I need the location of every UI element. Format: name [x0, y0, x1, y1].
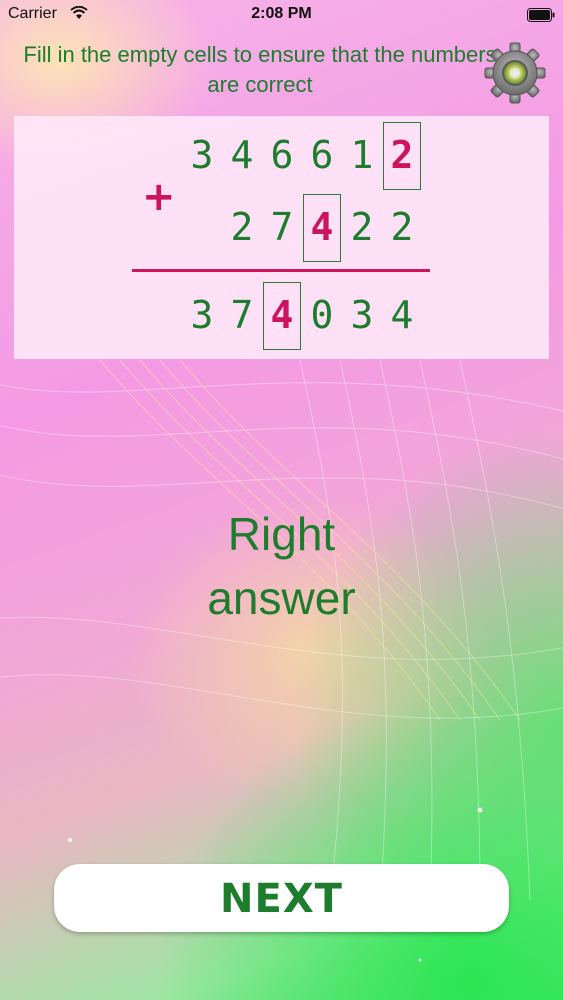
result-message: Right answer [0, 502, 563, 630]
digit: 1 [350, 133, 374, 177]
digit: 3 [190, 293, 214, 337]
digit: 3 [350, 293, 374, 337]
digit: 2 [390, 205, 414, 249]
digit: 4 [390, 293, 414, 337]
result-line-1: Right [227, 508, 336, 560]
result-line-2: answer [207, 572, 356, 624]
filled-digit-cell[interactable]: 4 [302, 192, 342, 262]
puzzle-panel: 346612 + 27422 374034 [14, 116, 549, 359]
filled-digit-cell[interactable]: 2 [382, 120, 422, 190]
digit: 3 [190, 133, 214, 177]
sum-line [132, 269, 430, 272]
digit: 0 [310, 293, 334, 337]
digit: 2 [230, 205, 254, 249]
battery-icon [527, 8, 555, 22]
addend-1-row: 346612 [14, 122, 549, 190]
filled-digit-cell[interactable]: 4 [262, 280, 302, 350]
sum-row: 374034 [14, 282, 549, 350]
digit: 6 [310, 133, 334, 177]
addend-2-row: 27422 [14, 194, 549, 262]
status-bar: Carrier 2:08 PM [0, 0, 563, 30]
digit: 7 [270, 205, 294, 249]
digit: 2 [350, 205, 374, 249]
instruction-text: Fill in the empty cells to ensure that t… [23, 42, 497, 97]
gear-icon[interactable] [484, 42, 546, 104]
status-time: 2:08 PM [251, 5, 312, 22]
digit: 4 [230, 133, 254, 177]
next-button[interactable]: NEXT [54, 864, 509, 932]
digit: 6 [270, 133, 294, 177]
digit: 7 [230, 293, 254, 337]
